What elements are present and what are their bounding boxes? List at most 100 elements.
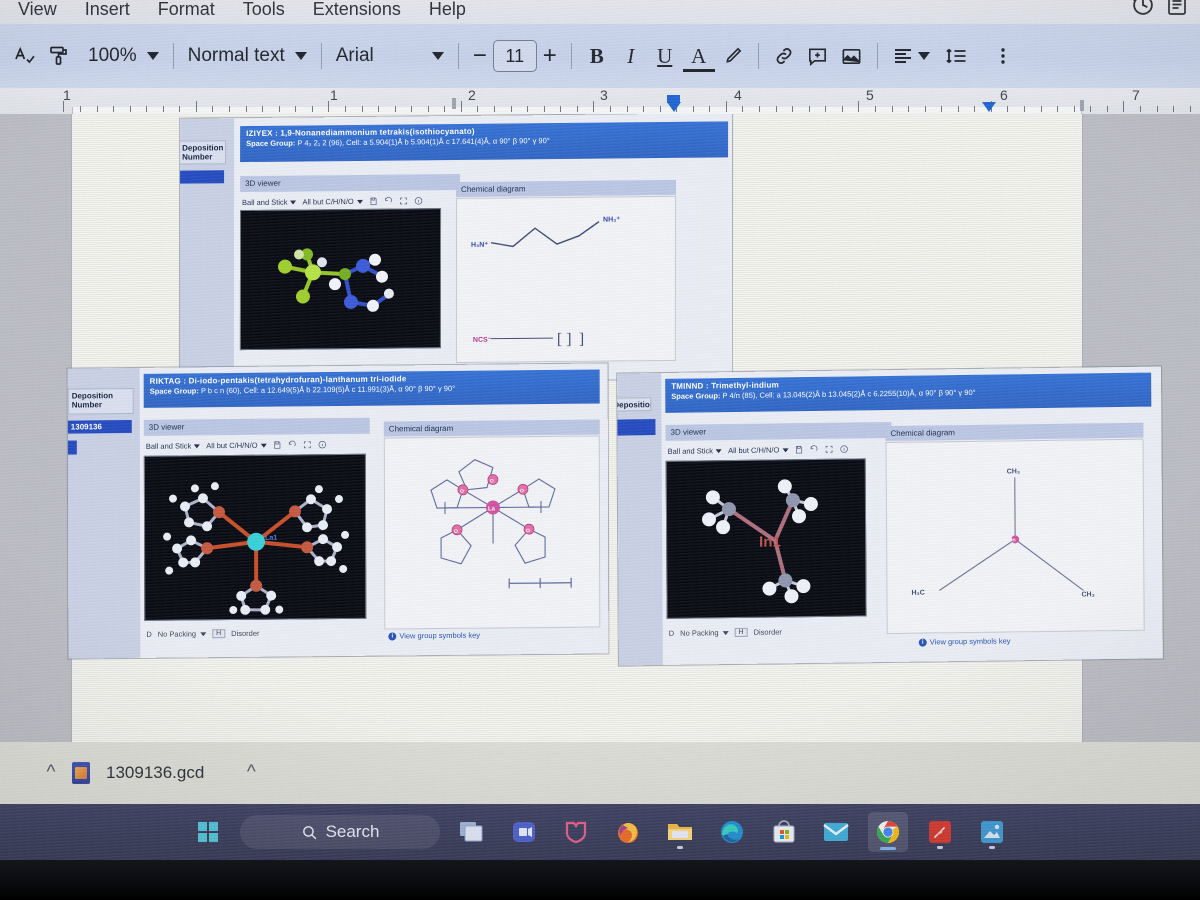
highlighter-pen-icon[interactable] <box>716 39 750 73</box>
disorder-label[interactable]: Disorder <box>231 629 259 638</box>
chemical-diagram-panel[interactable]: H₃N⁺ NH₃⁺ NCS⁻ [ ] ] <box>455 195 677 364</box>
chevron-up-icon[interactable]: ^ <box>30 762 72 784</box>
taskbar-search[interactable]: Search <box>240 815 440 849</box>
mail-icon[interactable] <box>816 812 856 852</box>
edge-icon[interactable] <box>712 812 752 852</box>
menu-item-help[interactable]: Help <box>415 0 480 20</box>
task-view-icon[interactable] <box>452 812 492 852</box>
document-canvas[interactable]: Deposition Number IZIYEX : 1,9-Nonanedia… <box>0 114 1200 760</box>
info-icon[interactable] <box>414 196 423 205</box>
monitor-bezel <box>0 860 1200 900</box>
document-outline-icon[interactable] <box>1160 0 1194 22</box>
chevron-up-icon[interactable]: ^ <box>230 762 272 784</box>
zoom-level-dropdown[interactable]: 100% <box>82 45 165 67</box>
document-ruler[interactable]: 1 1 2 3 4 5 6 7 <box>0 88 1200 114</box>
info-icon[interactable] <box>839 445 848 454</box>
align-left-icon[interactable] <box>886 39 920 73</box>
info-icon[interactable] <box>318 440 327 449</box>
ruler-tick <box>560 106 562 112</box>
file-explorer-icon[interactable] <box>660 812 700 852</box>
reset-rotation-icon[interactable] <box>384 196 393 206</box>
tab-stop-marker[interactable] <box>1080 100 1084 111</box>
save-icon[interactable] <box>369 197 378 206</box>
firefox-icon[interactable] <box>608 812 648 852</box>
chemical-diagram-panel[interactable]: O O O O O La <box>383 435 601 630</box>
pasted-screenshot-iziyex[interactable]: Deposition Number IZIYEX : 1,9-Nonanedia… <box>179 114 733 384</box>
text-color-button[interactable]: A <box>682 39 716 73</box>
first-line-indent-marker[interactable] <box>667 102 681 112</box>
spellcheck-icon[interactable] <box>8 39 42 73</box>
more-options-icon[interactable] <box>986 39 1020 73</box>
add-comment-icon[interactable] <box>801 39 835 73</box>
chevron-down-icon[interactable] <box>917 52 930 60</box>
molecule-3d-viewer[interactable]: La1 <box>143 453 367 621</box>
underline-button[interactable]: U <box>648 39 682 73</box>
security-glyph <box>565 821 587 844</box>
reset-rotation-icon[interactable] <box>288 440 297 449</box>
ruler-tick <box>79 106 81 112</box>
font-size-input[interactable]: 11 <box>492 40 537 72</box>
menu-item-view[interactable]: View <box>4 0 71 20</box>
space-group-label: Space Group: <box>671 391 721 401</box>
insert-image-icon[interactable] <box>835 39 869 73</box>
ruler-tick <box>659 106 661 112</box>
teams-icon[interactable] <box>504 812 544 852</box>
render-style-dropdown[interactable]: Ball and Stick <box>146 441 201 451</box>
chemical-diagram-panel[interactable]: In CH₃ H₃C CH₃ <box>885 438 1145 635</box>
reset-rotation-icon[interactable] <box>809 445 818 454</box>
ruler-tick <box>1173 106 1175 112</box>
windows-start-icon[interactable] <box>188 812 228 852</box>
fullscreen-icon[interactable] <box>824 445 833 454</box>
insert-link-icon[interactable] <box>767 39 801 73</box>
menu-item-format[interactable]: Format <box>144 0 229 20</box>
disorder-label[interactable]: Disorder <box>754 627 782 636</box>
disorder-prefix-button[interactable]: H <box>734 627 748 638</box>
pasted-screenshot-tminnd[interactable]: Deposition TMINND : Trimethyl-indium Spa… <box>617 366 1163 666</box>
menu-item-insert[interactable]: Insert <box>71 0 144 20</box>
chrome-icon[interactable] <box>868 812 908 852</box>
paragraph-style-dropdown[interactable]: Normal text <box>182 45 313 67</box>
pasted-screenshot-riktag[interactable]: Deposition Number 1309136 RIKTAG : Di-io… <box>67 363 609 659</box>
menu-item-tools[interactable]: Tools <box>229 0 299 20</box>
microsoft-store-icon[interactable] <box>764 812 804 852</box>
packing-dropdown[interactable]: No Packing <box>680 628 729 638</box>
viewer-footer-controls: D No Packing H Disorder <box>146 629 259 639</box>
packing-dropdown[interactable]: No Packing <box>157 629 207 639</box>
increase-font-size-button[interactable]: + <box>537 42 563 70</box>
ruler-tick <box>1106 106 1108 112</box>
italic-button[interactable]: I <box>614 39 648 73</box>
viewer-3d-controls: Ball and Stick All but C/H/N/O <box>146 440 327 451</box>
atom-filter-dropdown[interactable]: All but C/H/N/O <box>206 441 267 450</box>
paint-format-icon[interactable] <box>42 39 76 73</box>
atom-filter-dropdown[interactable]: All but C/H/N/O <box>728 445 789 455</box>
view-group-symbols-key-link[interactable]: i View group symbols key <box>388 631 480 641</box>
fullscreen-icon[interactable] <box>303 440 312 449</box>
font-family-dropdown[interactable]: Arial <box>330 45 450 67</box>
history-clock-icon[interactable] <box>1126 0 1160 22</box>
tab-stop-marker[interactable] <box>452 98 456 109</box>
security-icon[interactable] <box>556 812 596 852</box>
download-file-name[interactable]: 1309136.gcd <box>106 763 204 783</box>
view-group-symbols-key-link[interactable]: i View group symbols key <box>918 636 1011 646</box>
sidebar-selection-chip[interactable] <box>67 440 77 455</box>
save-icon[interactable] <box>273 441 282 450</box>
avast-icon[interactable] <box>920 812 960 852</box>
molecule-3d-viewer[interactable]: In1 <box>665 458 867 619</box>
right-indent-marker[interactable] <box>982 102 996 112</box>
decrease-font-size-button[interactable]: − <box>467 42 493 70</box>
fullscreen-icon[interactable] <box>399 196 408 205</box>
packing-value: No Packing <box>157 629 197 639</box>
document-page[interactable]: Deposition Number IZIYEX : 1,9-Nonanedia… <box>67 114 1163 750</box>
atom-filter-dropdown[interactable]: All but C/H/N/O <box>302 197 363 206</box>
bold-button[interactable]: B <box>580 39 614 73</box>
line-spacing-icon[interactable] <box>940 39 974 73</box>
photos-icon[interactable] <box>972 812 1012 852</box>
render-style-dropdown[interactable]: Ball and Stick <box>668 446 723 456</box>
ruler-tick <box>974 106 976 112</box>
render-style-dropdown[interactable]: Ball and Stick <box>242 198 297 207</box>
molecule-3d-viewer[interactable] <box>239 208 442 351</box>
menu-item-extensions[interactable]: Extensions <box>299 0 415 20</box>
download-item[interactable]: ^ 1309136.gcd ^ <box>30 752 355 794</box>
save-icon[interactable] <box>794 445 803 454</box>
disorder-prefix-button[interactable]: H <box>212 629 226 639</box>
